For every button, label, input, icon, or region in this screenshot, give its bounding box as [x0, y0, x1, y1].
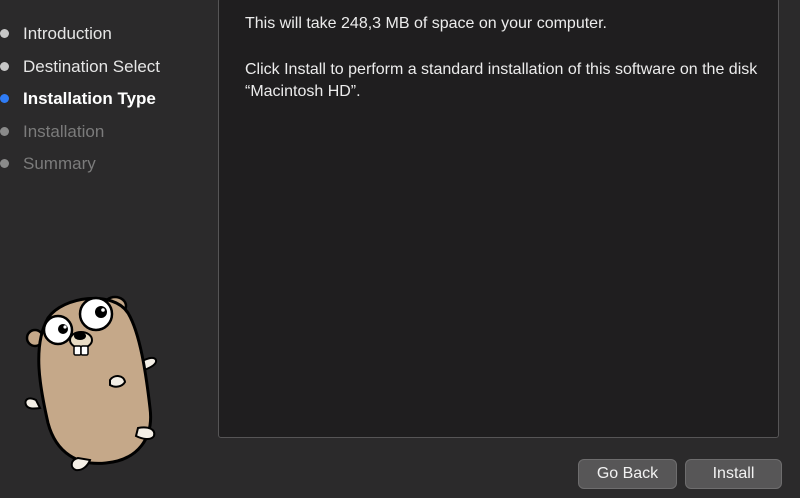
go-back-button[interactable]: Go Back — [578, 459, 677, 489]
step-current-bullet-icon — [0, 94, 9, 103]
install-button[interactable]: Install — [685, 459, 782, 489]
step-label: Destination Select — [23, 56, 161, 76]
step-label: Installation — [23, 121, 105, 141]
step-label: Introduction — [23, 24, 112, 43]
disk-space-text: This will take 248,3 MB of space on your… — [245, 15, 607, 32]
gopher-mascot-icon — [24, 295, 158, 472]
step-label: Installation Type — [23, 89, 156, 108]
installer-sidebar: Introduction Destination Select Installa… — [0, 0, 210, 498]
install-instruction-text: Click Install to perform a standard inst… — [245, 61, 758, 100]
step-bullet-icon — [0, 159, 9, 168]
step-bullet-icon — [0, 29, 9, 38]
step-bullet-icon — [0, 126, 9, 136]
step-bullet-icon — [0, 61, 9, 71]
step-label: Summary — [23, 154, 96, 173]
install-type-panel: This will take 248,3 MB of space on your… — [218, 0, 779, 438]
